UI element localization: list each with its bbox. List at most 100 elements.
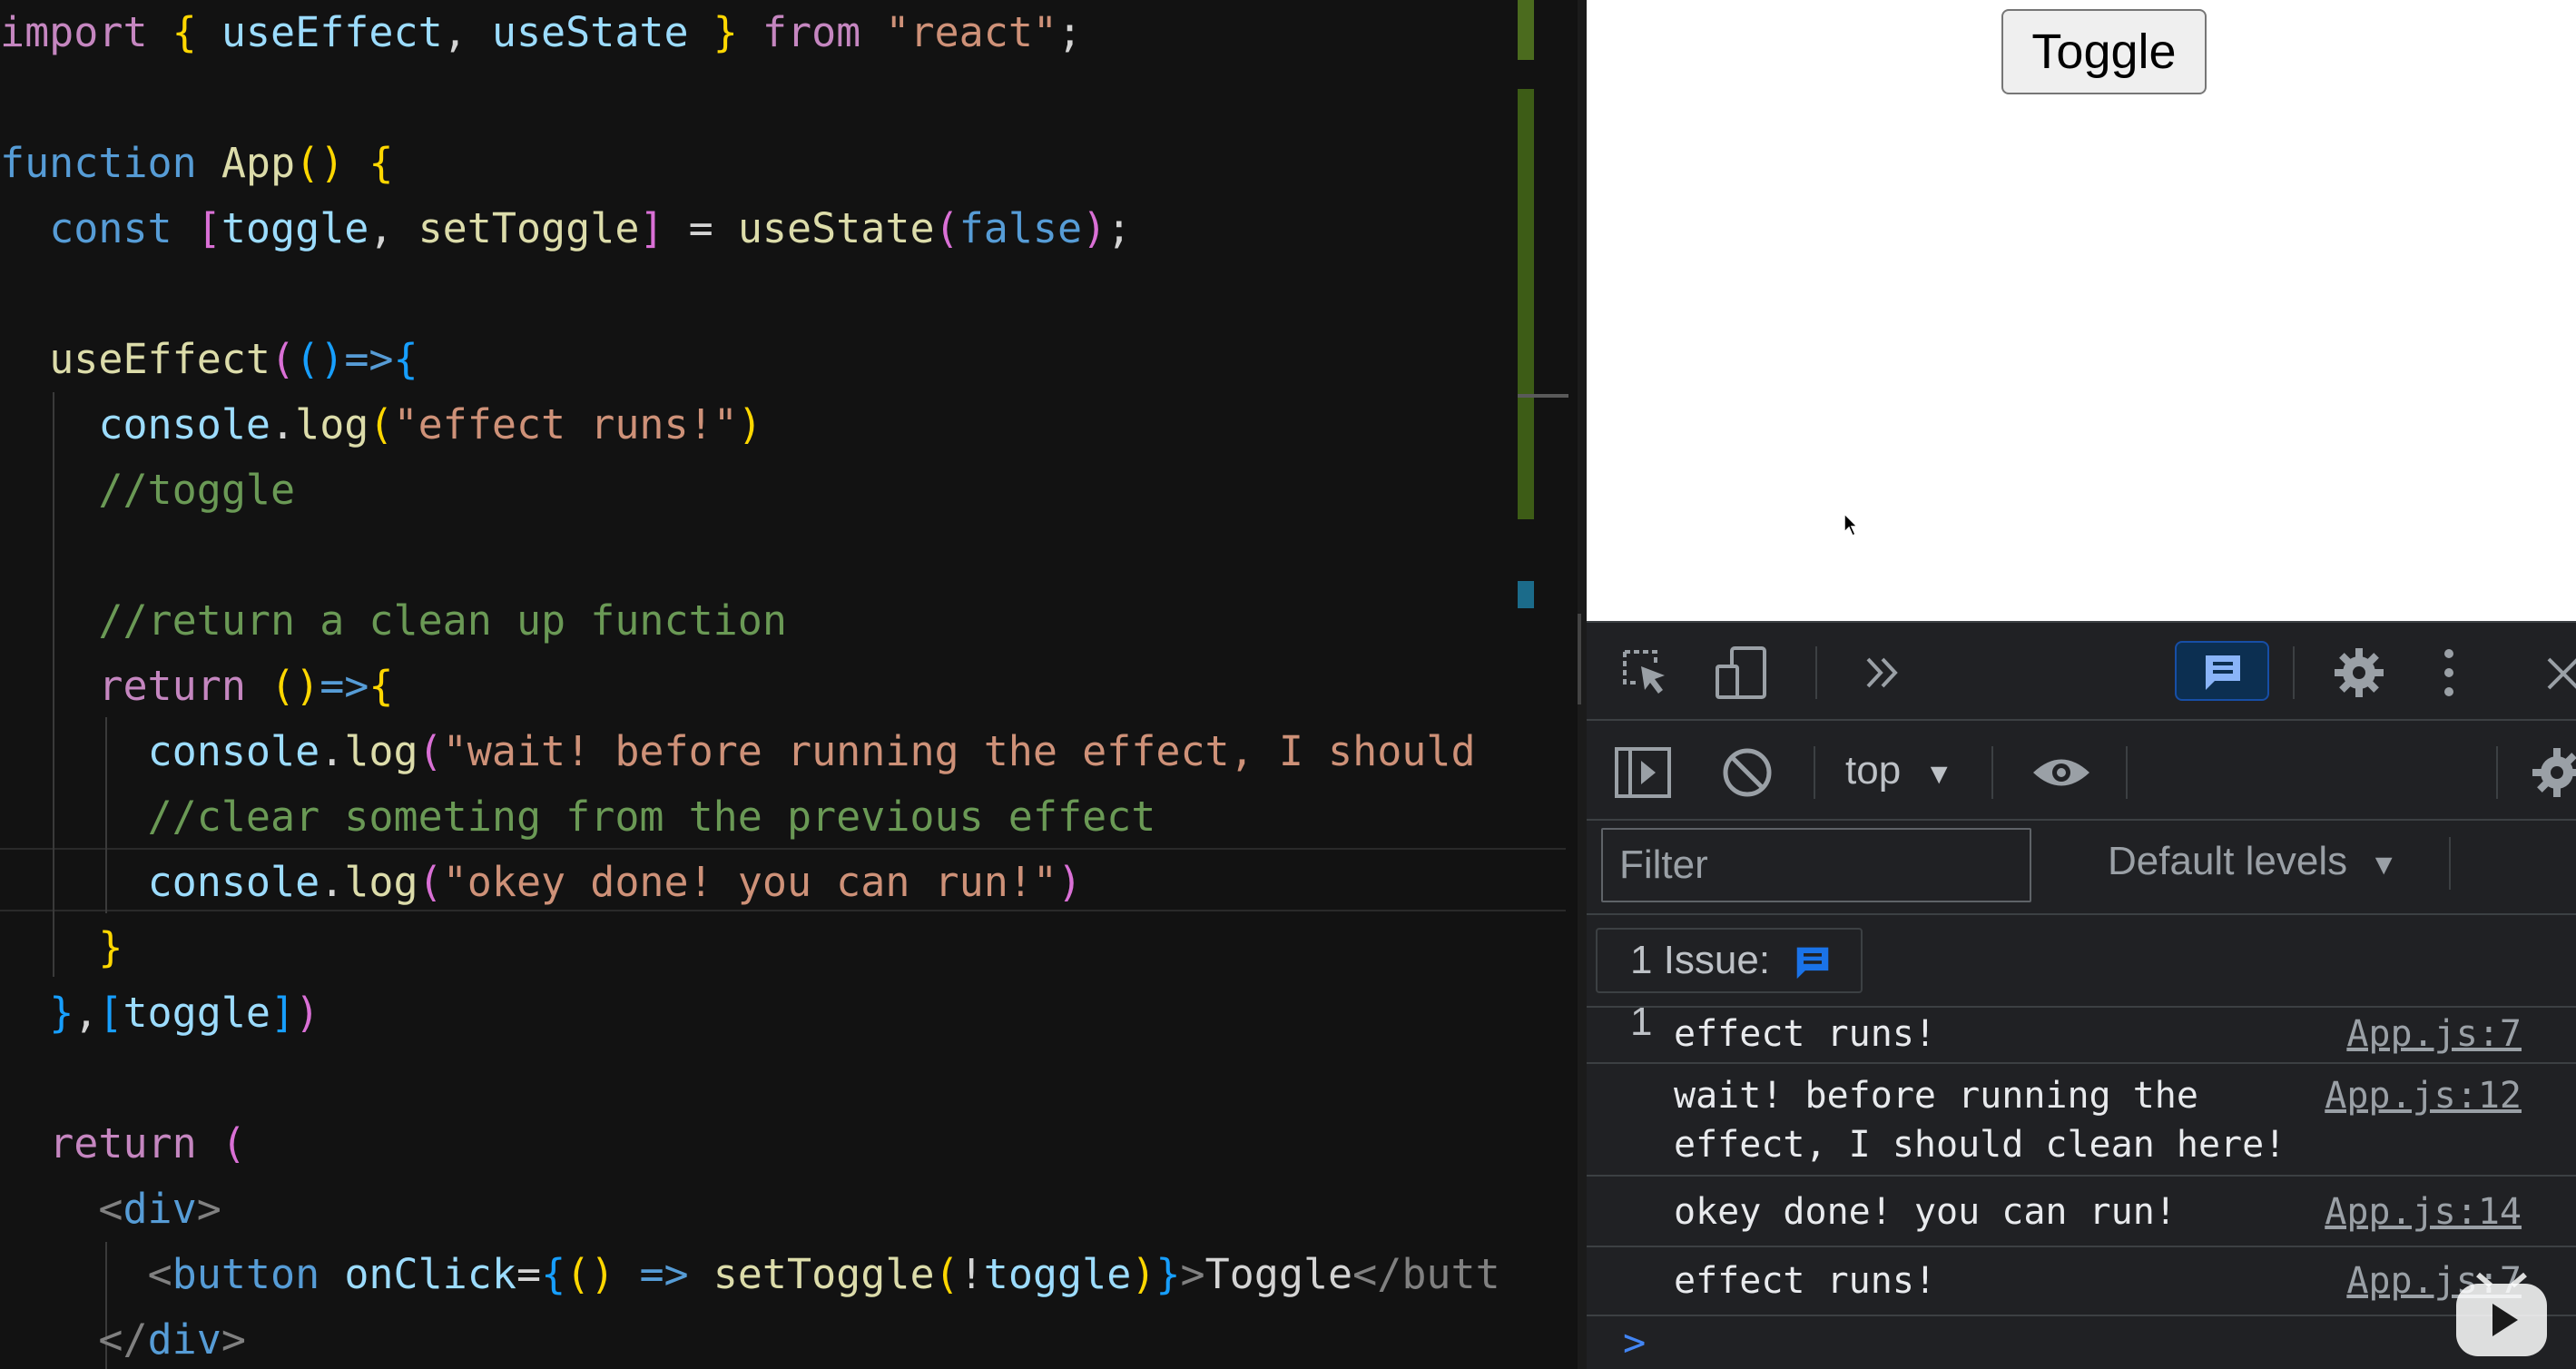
code-token: } xyxy=(1155,1250,1181,1298)
scroll-position-indicator xyxy=(1518,394,1568,398)
code-token: ( xyxy=(369,400,394,448)
code-token: > xyxy=(196,1185,221,1233)
code-token: //toggle xyxy=(98,466,296,514)
devtools-top-border xyxy=(1587,621,2576,623)
code-line: const [toggle, setToggle] = useState(fal… xyxy=(0,196,1131,261)
code-editor[interactable]: import { useEffect, useState } from "rea… xyxy=(0,0,1578,1369)
code-line: //return a clean up function xyxy=(0,588,787,654)
context-value: top xyxy=(1845,748,1902,793)
splitter-handle[interactable] xyxy=(1578,614,1581,704)
code-token: toggle xyxy=(983,1250,1132,1298)
console-message[interactable]: wait! before running the effect, I shoul… xyxy=(1587,1064,2576,1177)
code-token: => xyxy=(320,662,369,710)
git-change-marker xyxy=(1518,581,1534,608)
code-token: setToggle xyxy=(418,204,640,252)
code-line: //toggle xyxy=(0,458,295,523)
code-token: = xyxy=(516,1250,542,1298)
context-selector[interactable]: top ▼ xyxy=(1845,748,1953,793)
more-tabs-icon[interactable] xyxy=(1863,652,1904,694)
log-levels-dropdown[interactable]: Default levels ▼ xyxy=(2108,839,2398,884)
message-source-link[interactable]: App.js:14 xyxy=(2325,1187,2522,1236)
console-sidebar-icon[interactable] xyxy=(1614,746,1672,799)
code-token: { xyxy=(172,8,197,56)
kebab-menu-icon[interactable] xyxy=(2440,646,2458,699)
toolbar-separator xyxy=(2449,837,2451,890)
filter-input[interactable] xyxy=(1601,828,2031,902)
toolbar-separator xyxy=(2293,646,2295,699)
message-source-link[interactable]: App.js:12 xyxy=(2325,1071,2522,1120)
code-token: ; xyxy=(1057,8,1083,56)
code-token: [ xyxy=(196,204,221,252)
code-token: import xyxy=(0,8,148,56)
code-token: () xyxy=(295,139,345,187)
code-token: { xyxy=(369,139,394,187)
toolbar-divider xyxy=(1587,819,2576,821)
console-message[interactable]: effect runs! App.js:7 xyxy=(1587,1008,2576,1064)
code-token: } xyxy=(713,8,738,56)
clear-console-icon[interactable] xyxy=(1721,746,1774,799)
code-token: "okey done! you can run!" xyxy=(442,858,1057,906)
code-token: false xyxy=(959,204,1083,252)
gear-icon[interactable] xyxy=(2333,646,2385,699)
gear-icon[interactable] xyxy=(2531,746,2576,799)
code-token: setToggle xyxy=(713,1250,935,1298)
device-toolbar-icon[interactable] xyxy=(1714,645,1770,701)
code-token: //return a clean up function xyxy=(98,596,787,645)
code-token: from xyxy=(762,8,861,56)
message-source-link[interactable]: App.js:7 xyxy=(2346,1010,2522,1059)
issues-button[interactable] xyxy=(2175,641,2269,701)
code-line: </div> xyxy=(0,1307,246,1369)
code-token: . xyxy=(270,400,296,448)
git-change-marker xyxy=(1518,89,1534,519)
code-token: ( xyxy=(221,1119,246,1167)
code-token: } xyxy=(98,923,123,971)
code-token: ! xyxy=(959,1250,984,1298)
code-token: const xyxy=(49,204,172,252)
code-token: button xyxy=(172,1250,320,1298)
code-token: ( xyxy=(934,204,959,252)
close-icon[interactable] xyxy=(2545,655,2576,692)
toggle-button[interactable]: Toggle xyxy=(2001,9,2207,94)
chevron-down-icon: ▼ xyxy=(1924,757,1954,790)
code-token: . xyxy=(320,858,345,906)
issues-icon xyxy=(2206,655,2240,690)
toolbar-divider xyxy=(1587,719,2576,721)
code-token: Toggle xyxy=(1204,1250,1353,1298)
issues-counter[interactable]: 1 Issue: 1 xyxy=(1596,928,1863,1044)
toolbar-separator xyxy=(2126,746,2128,799)
code-token: > xyxy=(1180,1250,1205,1298)
code-token: toggle xyxy=(221,204,369,252)
console-message[interactable]: okey done! you can run! App.js:14 xyxy=(1587,1177,2576,1247)
code-line: console.log("okey done! you can run!") xyxy=(0,850,1083,915)
code-line: useEffect(()=>{ xyxy=(0,327,418,392)
code-token: ( xyxy=(418,727,443,775)
code-token: ] xyxy=(270,989,296,1037)
inspect-element-icon[interactable] xyxy=(1619,646,1672,699)
code-token: "effect runs!" xyxy=(393,400,738,448)
toolbar-separator xyxy=(1814,746,1815,799)
toolbar-separator xyxy=(1815,646,1817,699)
code-token: useState xyxy=(491,8,689,56)
code-token: () xyxy=(295,335,345,383)
console-prompt[interactable]: > xyxy=(1623,1320,1646,1364)
devtools-panel: top ▼ Default levels ▼ 1 Issue: 1 xyxy=(1587,621,2576,1369)
live-expression-icon[interactable] xyxy=(2030,753,2093,792)
code-token: div xyxy=(147,1315,221,1364)
console-message[interactable]: effect runs! App.js:7 xyxy=(1587,1247,2576,1316)
code-line: import { useEffect, useState } from "rea… xyxy=(0,0,1082,65)
code-line: },[toggle]) xyxy=(0,980,320,1046)
message-text: effect runs! xyxy=(1674,1260,1936,1302)
